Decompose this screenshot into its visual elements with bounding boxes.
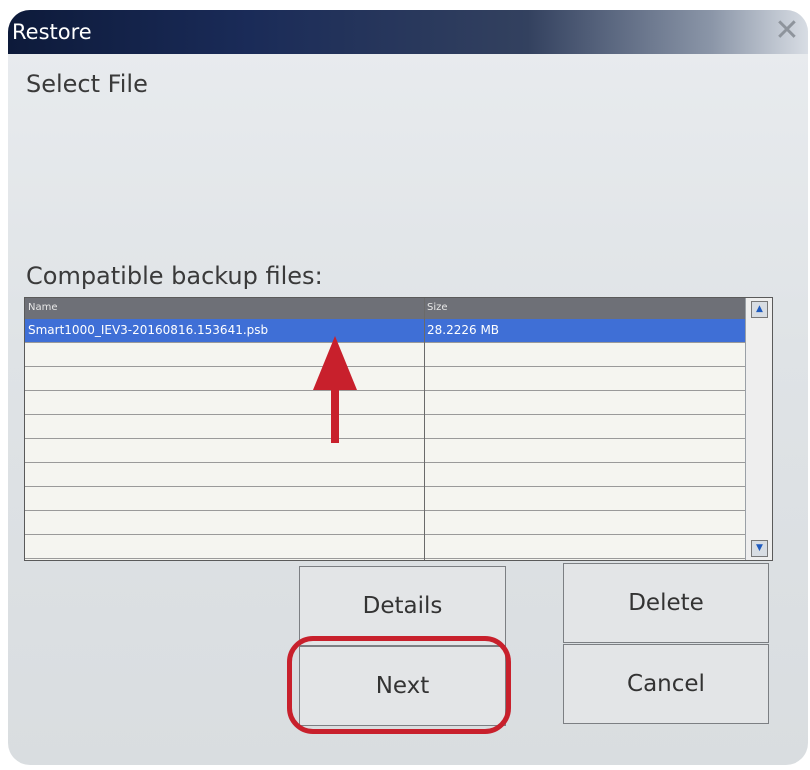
window-title: Restore <box>12 20 92 44</box>
table-row-empty[interactable] <box>25 439 745 463</box>
table-row[interactable]: Smart1000_IEV3-20160816.153641.psb 28.22… <box>25 319 745 343</box>
delete-button[interactable]: Delete <box>563 563 769 643</box>
restore-dialog: Restore ✕ Select File Compatible backup … <box>8 10 808 765</box>
table-header: Name Size <box>25 298 745 319</box>
column-header-size[interactable]: Size <box>427 302 448 313</box>
backup-files-table: Name Size Smart1000_IEV3-20160816.153641… <box>24 297 773 561</box>
table-row-empty[interactable] <box>25 367 745 391</box>
column-divider <box>424 298 425 560</box>
table-rows: Smart1000_IEV3-20160816.153641.psb 28.22… <box>25 319 745 559</box>
table-row-empty[interactable] <box>25 343 745 367</box>
file-name-cell: Smart1000_IEV3-20160816.153641.psb <box>28 323 269 337</box>
scroll-up-arrow-icon[interactable]: ▲ <box>751 301 768 318</box>
details-button[interactable]: Details <box>299 566 506 646</box>
file-size-cell: 28.2226 MB <box>427 323 500 337</box>
list-label: Compatible backup files: <box>26 262 323 290</box>
close-icon[interactable]: ✕ <box>772 14 802 48</box>
vertical-scrollbar[interactable]: ▲ ▼ <box>745 298 772 560</box>
table-row-empty[interactable] <box>25 463 745 487</box>
red-highlight-annotation <box>287 636 511 734</box>
table-row-empty[interactable] <box>25 487 745 511</box>
table-row-empty[interactable] <box>25 415 745 439</box>
red-arrow-annotation <box>313 336 357 443</box>
scroll-down-arrow-icon[interactable]: ▼ <box>751 540 768 557</box>
table-row-empty[interactable] <box>25 535 745 559</box>
page-heading: Select File <box>26 70 148 98</box>
table-row-empty[interactable] <box>25 511 745 535</box>
cancel-button[interactable]: Cancel <box>563 644 769 724</box>
column-header-name[interactable]: Name <box>28 302 58 313</box>
title-bar: Restore ✕ <box>8 10 808 54</box>
table-row-empty[interactable] <box>25 391 745 415</box>
